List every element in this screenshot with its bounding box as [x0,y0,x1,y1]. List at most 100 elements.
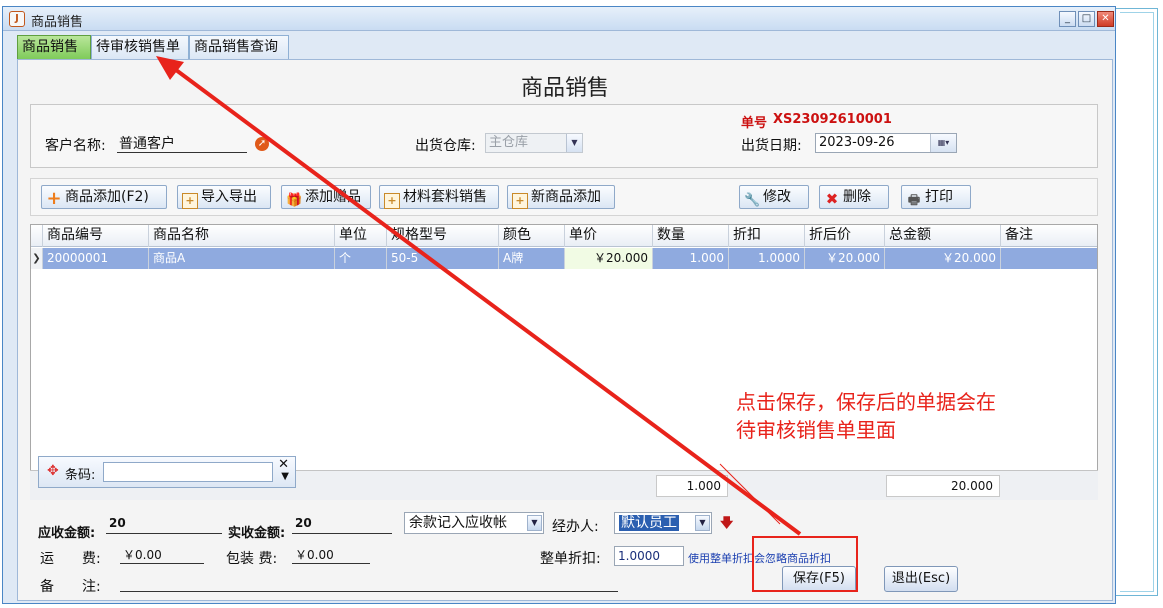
page-title: 商品销售 [520,76,609,101]
chevron-down-icon: ▼ [695,515,710,531]
column-header-spec[interactable]: 规格型号 [387,225,499,247]
cell-unit[interactable]: 个 [335,248,387,269]
column-header-color[interactable]: 颜色 [499,225,565,247]
cell-discounted-price[interactable]: ￥20.000 [805,248,885,269]
barcode-label: 条码: [65,468,96,483]
new-product-label: 新商品添加 [531,189,601,205]
annotation-line-1: 点击保存，保存后的单据会在 [736,390,996,414]
summary-total: 20.000 [886,475,1000,497]
cell-name[interactable]: 商品A [149,248,335,269]
import-export-button[interactable]: + 导入导出 [177,185,271,209]
close-icon[interactable]: ✕ [278,457,289,472]
order-number-value: XS23092610001 [773,112,892,127]
move-handle-icon[interactable]: ✥ [47,463,59,479]
app-icon: J [9,11,25,27]
material-sale-button[interactable]: + 材料套料销售 [379,185,499,209]
close-button[interactable]: ✕ [1097,11,1114,27]
maximize-button[interactable]: □ [1078,11,1095,27]
column-header-discounted-price[interactable]: 折后价 [805,225,885,247]
add-gift-button[interactable]: 🎁 添加赠品 [281,185,371,209]
cell-total[interactable]: ￥20.000 [885,248,1001,269]
column-header-qty[interactable]: 数量 [653,225,729,247]
remark-input[interactable] [120,574,618,592]
cell-code[interactable]: 20000001 [43,248,149,269]
annotation-line-2: 待审核销售单里面 [736,418,896,442]
packing-input[interactable]: ￥0.00 [292,546,370,564]
cell-price[interactable]: ￥20.000 [565,248,653,269]
edit-label: 修改 [763,189,791,205]
customer-field[interactable]: 普通客户 [117,133,247,153]
barcode-input[interactable] [103,462,273,482]
whole-discount-input[interactable]: 1.0000 [614,546,684,566]
new-product-icon: + [512,193,528,209]
title-bar[interactable]: J 商品销售 _ □ ✕ [3,7,1115,31]
warehouse-label: 出货仓库: [415,138,476,154]
grid-corner [31,225,43,247]
chevron-down-icon: ▼ [527,515,542,531]
add-product-button[interactable]: + 商品添加(F2) [41,185,167,209]
gift-icon: 🎁 [286,193,303,208]
print-button[interactable]: 🖶 打印 [901,185,971,209]
warehouse-select: 主仓库 ▼ [485,133,583,153]
toolbar: + 商品添加(F2) + 导入导出 🎁 添加赠品 + 材料套料销售 + 新商品添加 🔧 修改 [30,178,1098,216]
delete-x-icon: ✖ [825,190,839,208]
tab-sales-query[interactable]: 商品销售查询 [189,35,289,59]
minimize-button[interactable]: _ [1059,11,1076,27]
balance-mode-value: 余款记入应收帐 [409,515,507,531]
background-window-frame-inner [1120,12,1154,592]
wrench-icon: 🔧 [744,193,761,208]
settlement-section: 应收金额: 20 实收金额: 20 余款记入应收帐 ▼ 经办人: 默认员工 ▼ … [18,506,1112,602]
tab-product-sales[interactable]: 商品销售 [17,35,91,59]
arrow-down-red-icon[interactable]: 🡇 [720,514,733,536]
save-highlight-box [752,536,858,592]
received-input[interactable]: 20 [292,516,392,534]
column-header-note[interactable]: 备注 [1001,225,1099,247]
cell-qty[interactable]: 1.000 [653,248,729,269]
window-title: 商品销售 [31,15,84,30]
receivable-value: 20 [106,516,222,534]
ship-date-picker[interactable]: 2023-09-26 ▦▾ [815,133,957,153]
barcode-panel: ✥ 条码: ✕ ▼ [38,456,296,488]
column-header-total[interactable]: 总金额 [885,225,1001,247]
freight-input[interactable]: ￥0.00 [120,546,204,564]
customer-lookup-icon[interactable]: ➚ [255,137,269,151]
cell-spec[interactable]: 50-5 [387,248,499,269]
column-header-price[interactable]: 单价 [565,225,653,247]
material-sale-label: 材料套料销售 [403,189,487,205]
table-row[interactable]: 20000001 商品A 个 50-5 A牌 ￥20.000 1.000 1.0… [43,248,1097,269]
summary-qty: 1.000 [656,475,728,497]
new-product-button[interactable]: + 新商品添加 [507,185,615,209]
column-header-unit[interactable]: 单位 [335,225,387,247]
collapse-down-icon[interactable]: ▼ [281,471,289,482]
column-header-discount[interactable]: 折扣 [729,225,805,247]
cell-discount[interactable]: 1.0000 [729,248,805,269]
annotation-text: 点击保存，保存后的单据会在 待审核销售单里面 [736,388,996,444]
sales-window: J 商品销售 _ □ ✕ 商品销售 待审核销售单 商品销售查询 商品销售 客户名… [2,6,1116,604]
freight-label: 运 费: [40,551,101,567]
add-gift-label: 添加赠品 [305,189,361,205]
ship-date-label: 出货日期: [741,138,802,154]
tab-pending-review-orders[interactable]: 待审核销售单 [91,35,189,59]
receivable-label: 应收金额: [38,526,96,541]
balance-mode-select[interactable]: 余款记入应收帐 ▼ [404,512,544,534]
delete-button[interactable]: ✖ 删除 [819,185,889,209]
printer-icon: 🖶 [907,193,921,208]
column-header-code[interactable]: 商品编号 [43,225,149,247]
cell-color[interactable]: A牌 [499,248,565,269]
edit-button[interactable]: 🔧 修改 [739,185,809,209]
exit-button[interactable]: 退出(Esc) [884,566,958,592]
row-indicator-icon: ❯ [31,248,43,269]
plus-icon: + [46,188,62,209]
cell-note[interactable] [1001,248,1097,269]
print-label: 打印 [925,189,953,205]
column-header-name[interactable]: 商品名称 [149,225,335,247]
grid-header: 商品编号 商品名称 单位 规格型号 颜色 单价 数量 折扣 折后价 总金额 备注 [31,225,1097,247]
material-sale-icon: + [384,193,400,209]
calendar-dropdown-icon[interactable]: ▦▾ [930,134,956,152]
order-number-label: 单号 [741,116,768,131]
handler-label: 经办人: [552,519,599,535]
screen: J 商品销售 _ □ ✕ 商品销售 待审核销售单 商品销售查询 商品销售 客户名… [0,0,1163,608]
chevron-down-icon: ▼ [566,134,582,152]
whole-discount-label: 整单折扣: [540,551,601,567]
handler-select[interactable]: 默认员工 ▼ [614,512,712,534]
